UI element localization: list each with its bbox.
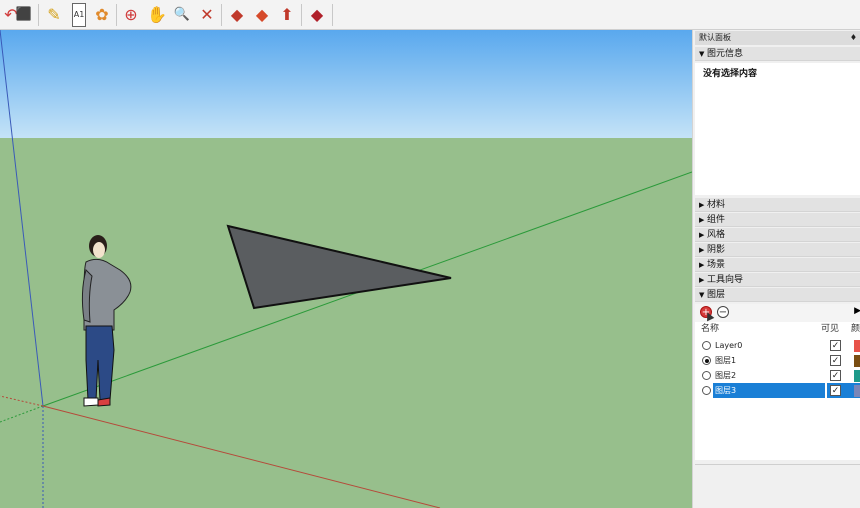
layer-name[interactable]: 图层2 xyxy=(713,368,738,383)
layer-row-selected[interactable]: 图层3 ✓ xyxy=(695,383,860,398)
layer-color-swatch[interactable] xyxy=(854,370,860,382)
visible-checkbox[interactable]: ✓ xyxy=(830,340,841,351)
section-materials[interactable]: ▶ 材料 xyxy=(695,198,860,212)
expand-arrow-icon: ▶ xyxy=(699,216,705,224)
orbit-icon[interactable]: ⊕ xyxy=(120,4,142,26)
visible-checkbox[interactable]: ✓ xyxy=(830,355,841,366)
ruby-icon[interactable]: ◆ xyxy=(306,4,328,26)
collapse-arrow-icon: ▼ xyxy=(699,50,705,58)
collapse-arrow-icon: ▼ xyxy=(699,291,705,299)
share-icon[interactable]: ⬆ xyxy=(276,4,298,26)
delete-layer-button[interactable]: − xyxy=(717,306,729,318)
pin-icon[interactable]: ♦ xyxy=(850,31,857,45)
layers-menu-button[interactable]: ▶ xyxy=(853,306,860,316)
expand-arrow-icon: ▶ xyxy=(699,246,705,254)
expand-arrow-icon: ▶ xyxy=(699,276,705,284)
visible-checkbox[interactable]: ✓ xyxy=(830,385,841,396)
visible-checkbox[interactable]: ✓ xyxy=(830,370,841,381)
section-components[interactable]: ▶ 组件 xyxy=(695,213,860,227)
entity-info-content: 没有选择内容 xyxy=(695,63,860,195)
layer-row[interactable]: 图层1 ✓ xyxy=(695,353,860,368)
paint-bucket-icon[interactable]: ✎ xyxy=(43,4,65,26)
entity-info-text: 没有选择内容 xyxy=(703,69,758,79)
active-layer-radio[interactable] xyxy=(702,371,711,380)
section-instructor[interactable]: ▶ 工具向导 xyxy=(695,273,860,287)
scene-canvas[interactable] xyxy=(0,30,692,508)
layers-toolbar: + − ▶ xyxy=(695,304,860,322)
zoom-extents-icon[interactable]: ✕ xyxy=(196,4,218,26)
pan-icon[interactable]: ✋ xyxy=(146,4,168,26)
layer-name[interactable]: 图层1 xyxy=(713,353,738,368)
layer-row[interactable]: 图层2 ✓ xyxy=(695,368,860,383)
paint-icon[interactable]: ✿ xyxy=(91,4,113,26)
toolbar-separator xyxy=(116,4,117,26)
column-visible[interactable]: 可见 xyxy=(821,322,839,336)
sky xyxy=(0,30,692,138)
active-layer-radio[interactable] xyxy=(702,341,711,350)
default-tray: 默认面板 ♦ ▼ 图元信息 没有选择内容 ▶ 材料 ▶ 组件 ▶ 风格 ▶ 阴影 ▶ 场景 … xyxy=(692,30,860,508)
main-toolbar: ↶ ⬛ ✎ A1 ✿ ⊕ ✋ 🔍 ✕ ◆ ◆ ⬆ ◆ xyxy=(0,0,860,30)
layers-column-header: 名称 可见 颜 xyxy=(695,322,860,336)
sketchup-window: ↶ ⬛ ✎ A1 ✿ ⊕ ✋ 🔍 ✕ ◆ ◆ ⬆ ◆ 默认面板 ♦ ▼ 图元信息… xyxy=(0,0,860,508)
layer-color-swatch[interactable] xyxy=(854,385,860,397)
tray-title: 默认面板 ♦ xyxy=(695,31,860,45)
section-styles[interactable]: ▶ 风格 xyxy=(695,228,860,242)
component-icon[interactable]: ◆ xyxy=(251,4,273,26)
export-icon[interactable]: ⬛ xyxy=(13,4,35,26)
layer-color-swatch[interactable] xyxy=(854,340,860,352)
section-entity-info[interactable]: ▼ 图元信息 xyxy=(695,47,860,61)
layers-list: Layer0 ✓ 图层1 ✓ 图层2 ✓ 图层3 ✓ xyxy=(695,336,860,460)
layer-row[interactable]: Layer0 ✓ xyxy=(695,338,860,353)
column-name[interactable]: 名称 xyxy=(701,322,719,336)
layer-name[interactable]: 图层3 xyxy=(713,383,825,398)
active-layer-radio[interactable] xyxy=(702,386,711,395)
layer-color-swatch[interactable] xyxy=(854,355,860,367)
tray-divider xyxy=(695,464,860,465)
section-scenes[interactable]: ▶ 场景 xyxy=(695,258,860,272)
tray-title-text: 默认面板 xyxy=(699,33,731,42)
toolbar-separator xyxy=(221,4,222,26)
drawing-viewport[interactable] xyxy=(0,30,692,508)
column-color[interactable]: 颜 xyxy=(851,322,860,336)
toolbar-separator xyxy=(301,4,302,26)
expand-arrow-icon: ▶ xyxy=(699,261,705,269)
expand-arrow-icon: ▶ xyxy=(699,231,705,239)
layer-name[interactable]: Layer0 xyxy=(713,338,744,353)
warehouse-icon[interactable]: ◆ xyxy=(226,4,248,26)
expand-arrow-icon: ▶ xyxy=(699,201,705,209)
active-layer-radio[interactable] xyxy=(702,356,711,365)
section-shadows[interactable]: ▶ 阴影 xyxy=(695,243,860,257)
text-icon[interactable]: A1 xyxy=(68,3,90,27)
mouse-cursor-icon xyxy=(703,310,715,322)
section-layers[interactable]: ▼ 图层 xyxy=(695,288,860,302)
zoom-icon[interactable]: 🔍 xyxy=(171,4,193,26)
toolbar-separator xyxy=(332,4,333,26)
toolbar-separator xyxy=(38,4,39,26)
